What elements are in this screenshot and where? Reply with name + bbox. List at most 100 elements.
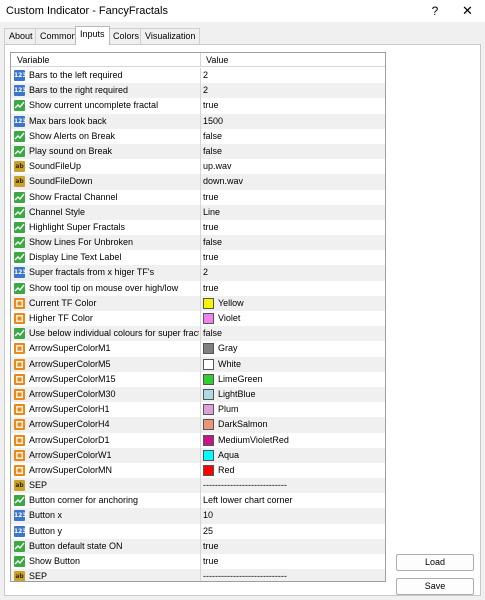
variable-value[interactable]: LightBlue: [218, 387, 256, 402]
variable-value[interactable]: ----------------------------: [203, 569, 287, 581]
color-icon: [14, 464, 25, 476]
variable-value[interactable]: Yellow: [218, 296, 244, 311]
help-button[interactable]: ?: [420, 0, 450, 22]
color-swatch[interactable]: [203, 388, 214, 400]
table-row[interactable]: ArrowSuperColorH1 Plum: [11, 402, 385, 418]
table-row[interactable]: Channel Style Line: [11, 204, 385, 220]
string-icon: ab: [14, 161, 25, 173]
variable-value[interactable]: false: [203, 129, 222, 144]
variable-value[interactable]: 2: [203, 265, 208, 280]
variable-value[interactable]: 2: [203, 68, 208, 83]
table-row[interactable]: Show Lines For Unbroken false: [11, 235, 385, 251]
enum-icon: [14, 495, 25, 507]
variable-value[interactable]: 2: [203, 83, 208, 98]
variable-value[interactable]: Left lower chart corner: [203, 493, 293, 508]
tab-about[interactable]: About: [4, 28, 38, 44]
table-row[interactable]: ArrowSuperColorM5 White: [11, 356, 385, 372]
table-row[interactable]: Show Alerts on Break false: [11, 128, 385, 144]
table-row[interactable]: Play sound on Break false: [11, 143, 385, 160]
tab-inputs[interactable]: Inputs: [75, 26, 110, 45]
color-swatch[interactable]: [203, 434, 214, 446]
variable-value[interactable]: DarkSalmon: [218, 417, 268, 432]
color-swatch[interactable]: [203, 358, 214, 370]
table-row[interactable]: Show Fractal Channel true: [11, 189, 385, 205]
table-row[interactable]: Current TF Color Yellow: [11, 295, 385, 311]
table-row[interactable]: ArrowSuperColorW1 Aqua: [11, 447, 385, 463]
variable-name: Show Fractal Channel: [29, 191, 118, 202]
table-row[interactable]: Higher TF Color Violet: [11, 311, 385, 327]
table-row[interactable]: Display Line Text Label true: [11, 250, 385, 266]
color-swatch[interactable]: [203, 343, 214, 355]
table-row[interactable]: ArrowSuperColorH4 DarkSalmon: [11, 417, 385, 433]
value-column-header[interactable]: Value: [200, 53, 228, 67]
color-swatch[interactable]: [203, 449, 214, 461]
variable-value[interactable]: Line: [203, 205, 220, 220]
variable-value[interactable]: Plum: [218, 402, 239, 417]
color-icon: [14, 404, 25, 416]
bool-icon: [14, 221, 25, 233]
table-row[interactable]: Show Button true: [11, 554, 385, 570]
grid-header: Variable Value: [11, 53, 385, 67]
color-swatch[interactable]: [203, 313, 214, 324]
close-button[interactable]: ✕: [450, 0, 485, 22]
variable-value[interactable]: true: [203, 281, 219, 296]
variable-value[interactable]: false: [203, 235, 222, 250]
variable-value[interactable]: LimeGreen: [218, 372, 263, 387]
table-row[interactable]: Highlight Super Fractals true: [11, 219, 385, 236]
table-row[interactable]: Show tool tip on mouse over high/low true: [11, 280, 385, 296]
variable-value[interactable]: false: [203, 144, 222, 159]
table-row[interactable]: 123 Button y 25: [11, 523, 385, 539]
table-row[interactable]: 123 Bars to the left required 2: [11, 68, 385, 84]
table-row[interactable]: Use below individual colours for super f…: [11, 326, 385, 342]
variable-value[interactable]: true: [203, 98, 219, 113]
load-button[interactable]: Load: [396, 554, 474, 571]
save-button[interactable]: Save: [396, 578, 474, 595]
cell-divider: [200, 265, 201, 281]
table-row[interactable]: ArrowSuperColorM30 LightBlue: [11, 386, 385, 403]
table-row[interactable]: 123 Bars to the right required 2: [11, 83, 385, 99]
variable-value[interactable]: Gray: [218, 341, 238, 356]
variable-name: Highlight Super Fractals: [29, 221, 126, 232]
variable-value[interactable]: true: [203, 250, 219, 265]
variable-value[interactable]: MediumVioletRed: [218, 433, 289, 448]
variable-value[interactable]: 25: [203, 524, 213, 539]
table-row[interactable]: ab SEP ----------------------------: [11, 478, 385, 494]
variable-value[interactable]: Aqua: [218, 448, 239, 463]
tab-visualization[interactable]: Visualization: [140, 28, 201, 44]
table-row[interactable]: ab SoundFileDown down.wav: [11, 174, 385, 190]
table-row[interactable]: ArrowSuperColorM15 LimeGreen: [11, 371, 385, 387]
variable-value[interactable]: 10: [203, 508, 213, 523]
variable-value[interactable]: up.wav: [203, 159, 232, 174]
table-row[interactable]: ArrowSuperColorD1 MediumVioletRed: [11, 432, 385, 448]
color-swatch[interactable]: [203, 419, 214, 431]
table-row[interactable]: ab SEP ----------------------------: [11, 569, 385, 581]
table-row[interactable]: 123 Button x 10: [11, 508, 385, 524]
tab-colors[interactable]: Colors: [108, 28, 145, 44]
table-row[interactable]: 123 Super fractals from x higer TF's 2: [11, 265, 385, 281]
table-row[interactable]: ArrowSuperColorM1 Gray: [11, 341, 385, 357]
variable-value[interactable]: down.wav: [203, 174, 243, 189]
color-swatch[interactable]: [203, 464, 214, 476]
table-row[interactable]: Show current uncomplete fractal true: [11, 98, 385, 114]
variable-value[interactable]: false: [203, 326, 222, 341]
table-row[interactable]: ArrowSuperColorMN Red: [11, 462, 385, 479]
variable-value[interactable]: true: [203, 220, 219, 235]
variable-value[interactable]: true: [203, 190, 219, 205]
variable-value[interactable]: Violet: [218, 311, 240, 326]
color-swatch[interactable]: [203, 373, 214, 385]
bool-icon: [14, 282, 25, 294]
table-row[interactable]: Button default state ON true: [11, 538, 385, 554]
table-row[interactable]: ab SoundFileUp up.wav: [11, 159, 385, 175]
variable-value[interactable]: Red: [218, 463, 235, 478]
variable-value[interactable]: ----------------------------: [203, 478, 287, 493]
table-row[interactable]: 123 Max bars look back 1500: [11, 113, 385, 129]
table-row[interactable]: Button corner for anchoring Left lower ch…: [11, 493, 385, 509]
variable-value[interactable]: 1500: [203, 114, 223, 129]
color-swatch[interactable]: [203, 297, 214, 309]
variable-value[interactable]: true: [203, 554, 219, 569]
variable-value[interactable]: White: [218, 357, 241, 372]
variable-value[interactable]: true: [203, 539, 219, 554]
cell-divider: [200, 356, 201, 372]
color-swatch[interactable]: [203, 404, 214, 416]
variable-column-header[interactable]: Variable: [11, 53, 49, 67]
